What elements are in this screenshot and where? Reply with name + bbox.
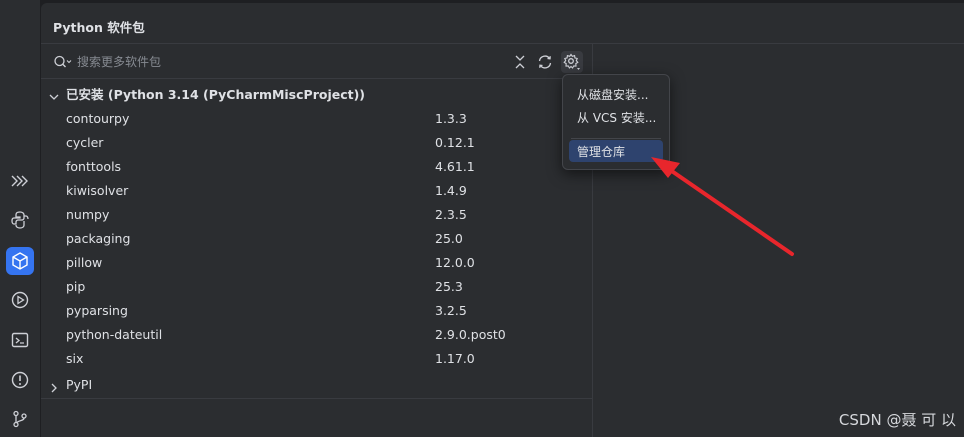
package-version: 2.9.0.post0 xyxy=(435,327,506,342)
problems-icon[interactable] xyxy=(6,366,34,394)
package-version: 1.4.9 xyxy=(435,183,467,198)
chevron-down-icon[interactable] xyxy=(48,87,60,106)
settings-icon[interactable] xyxy=(561,51,583,73)
package-name: cycler xyxy=(66,135,104,150)
python-packages-panel: Python 软件包 已安装 (Python 3.14 (PyCharmMisc… xyxy=(41,3,964,437)
package-name: pip xyxy=(66,279,86,294)
python-icon[interactable] xyxy=(6,206,34,234)
package-version: 12.0.0 xyxy=(435,255,475,270)
expand-icon[interactable] xyxy=(6,167,34,195)
package-row[interactable]: numpy 2.3.5 xyxy=(41,202,592,226)
package-row[interactable]: six 1.17.0 xyxy=(41,346,592,370)
menu-item-install-from-vcs[interactable]: 从 VCS 安装... xyxy=(569,106,663,128)
package-name: packaging xyxy=(66,231,131,246)
package-version: 3.2.5 xyxy=(435,303,467,318)
menu-item-manage-repositories[interactable]: 管理仓库 xyxy=(569,140,663,162)
package-row[interactable]: python-dateutil 2.9.0.post0 xyxy=(41,322,592,346)
package-version: 1.3.3 xyxy=(435,111,467,126)
menu-item-install-from-disk[interactable]: 从磁盘安装... xyxy=(569,83,663,105)
package-version: 0.12.1 xyxy=(435,135,475,150)
git-icon[interactable] xyxy=(6,405,34,433)
package-row[interactable]: pip 25.3 xyxy=(41,274,592,298)
package-name: pillow xyxy=(66,255,103,270)
watermark: CSDN @聂 可 以 xyxy=(838,411,956,429)
terminal-icon[interactable] xyxy=(6,326,34,354)
list-bottom-divider xyxy=(41,398,592,399)
package-name: six xyxy=(66,351,84,366)
chevron-right-icon[interactable] xyxy=(49,379,59,398)
package-row[interactable]: pillow 12.0.0 xyxy=(41,250,592,274)
package-name: contourpy xyxy=(66,111,130,126)
collapse-all-icon[interactable] xyxy=(509,51,531,73)
package-version: 4.61.1 xyxy=(435,159,475,174)
settings-dropdown-menu: 从磁盘安装... 从 VCS 安装... 管理仓库 xyxy=(562,74,670,170)
package-row[interactable]: packaging 25.0 xyxy=(41,226,592,250)
package-name: numpy xyxy=(66,207,110,222)
python-packages-icon[interactable] xyxy=(6,247,34,275)
package-version: 1.17.0 xyxy=(435,351,475,366)
package-row[interactable]: cycler 0.12.1 xyxy=(41,130,592,154)
installed-group-header[interactable]: 已安装 (Python 3.14 (PyCharmMiscProject)) xyxy=(41,81,592,103)
menu-separator xyxy=(571,138,661,139)
pypi-group-label: PyPI xyxy=(66,377,93,392)
package-name: pyparsing xyxy=(66,303,128,318)
pypi-group-header[interactable]: PyPI xyxy=(41,373,592,395)
package-version: 2.3.5 xyxy=(435,207,467,222)
package-row[interactable]: contourpy 1.3.3 xyxy=(41,106,592,130)
run-icon[interactable] xyxy=(6,286,34,314)
package-version: 25.0 xyxy=(435,231,463,246)
installed-group-label: 已安装 (Python 3.14 (PyCharmMiscProject)) xyxy=(66,87,366,102)
package-version: 25.3 xyxy=(435,279,463,294)
title-divider xyxy=(41,43,964,44)
package-name: kiwisolver xyxy=(66,183,129,198)
search-icon[interactable] xyxy=(53,52,73,72)
search-input[interactable] xyxy=(77,52,477,72)
package-row[interactable]: fonttools 4.61.1 xyxy=(41,154,592,178)
panel-title: Python 软件包 xyxy=(53,20,145,35)
package-row[interactable]: pyparsing 3.2.5 xyxy=(41,298,592,322)
refresh-icon[interactable] xyxy=(534,51,556,73)
package-name: python-dateutil xyxy=(66,327,163,342)
package-name: fonttools xyxy=(66,159,122,174)
tool-window-strip xyxy=(0,0,40,437)
search-divider xyxy=(41,78,592,79)
package-row[interactable]: kiwisolver 1.4.9 xyxy=(41,178,592,202)
